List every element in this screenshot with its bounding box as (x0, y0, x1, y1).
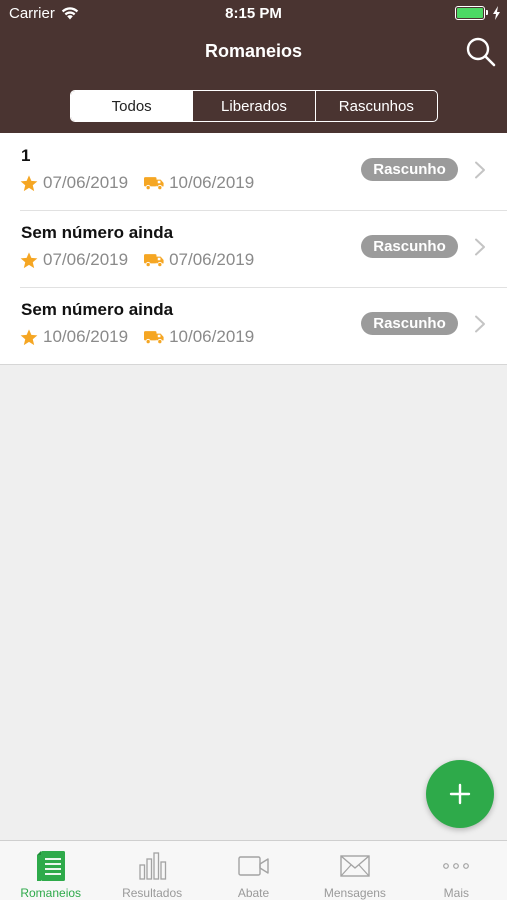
search-icon (466, 37, 496, 67)
charging-bolt-icon (493, 6, 500, 20)
add-romaneio-button[interactable] (426, 760, 494, 828)
truck-icon (144, 175, 164, 191)
tab-label: Abate (237, 886, 270, 900)
segmented-control: Todos Liberados Rascunhos (70, 90, 438, 122)
plus-icon (449, 783, 471, 805)
truck-icon (144, 329, 164, 345)
battery-indicator (455, 6, 501, 20)
status-badge: Rascunho (361, 312, 458, 335)
battery-icon (455, 6, 488, 20)
star-icon (20, 328, 38, 346)
item-title: Sem número ainda (21, 223, 174, 242)
romaneios-list: 1 07/06/2019 10/06/2019 Rascunho Sem núm… (0, 133, 507, 365)
more-dots-icon (443, 862, 470, 869)
bar-chart-icon (139, 851, 167, 880)
tab-abate[interactable]: Abate (203, 841, 304, 900)
star-icon (20, 174, 38, 192)
item-dates: 07/06/2019 07/06/2019 (20, 250, 254, 270)
status-bar: Carrier 8:15 PM (0, 0, 507, 28)
chevron-right-icon (475, 238, 485, 256)
chevron-right-icon (475, 315, 485, 333)
tab-label: Mensagens (323, 886, 386, 900)
item-date-truck: 10/06/2019 (169, 327, 255, 346)
tab-label: Resultados (122, 886, 183, 900)
list-item[interactable]: 1 07/06/2019 10/06/2019 Rascunho (0, 133, 507, 210)
page-title: Romaneios (204, 41, 303, 61)
list-item[interactable]: Sem número ainda 10/06/2019 10/06/2019 R… (0, 287, 507, 364)
item-title: 1 (21, 146, 31, 165)
header: Carrier 8:15 PM Romaneios Todos Liberado… (0, 0, 507, 133)
tab-bar: Romaneios Resultados Abate Mensagens Mai… (0, 840, 507, 900)
tab-romaneios[interactable]: Romaneios (0, 841, 101, 900)
item-date-truck: 10/06/2019 (169, 173, 255, 192)
item-dates: 10/06/2019 10/06/2019 (20, 327, 254, 347)
tab-mensagens[interactable]: Mensagens (304, 841, 405, 900)
star-icon (20, 251, 38, 269)
tab-resultados[interactable]: Resultados (101, 841, 202, 900)
tab-label: Romaneios (20, 886, 82, 900)
document-list-icon (36, 850, 65, 881)
segment-liberados[interactable]: Liberados (193, 91, 316, 121)
segment-rascunhos[interactable]: Rascunhos (316, 91, 437, 121)
chevron-right-icon (475, 161, 485, 179)
truck-icon (144, 252, 164, 268)
item-title: Sem número ainda (21, 300, 174, 319)
item-date-star: 10/06/2019 (43, 327, 129, 346)
segment-todos[interactable]: Todos (71, 91, 194, 121)
status-badge: Rascunho (361, 235, 458, 258)
envelope-icon (340, 854, 370, 877)
item-dates: 07/06/2019 10/06/2019 (20, 173, 254, 193)
status-badge: Rascunho (361, 158, 458, 181)
item-date-star: 07/06/2019 (43, 250, 129, 269)
item-date-star: 07/06/2019 (43, 173, 129, 192)
item-date-truck: 07/06/2019 (169, 250, 255, 269)
status-time: 8:15 PM (225, 5, 282, 22)
list-item[interactable]: Sem número ainda 07/06/2019 07/06/2019 R… (0, 210, 507, 287)
tab-label: Mais (443, 886, 469, 900)
tab-mais[interactable]: Mais (406, 841, 507, 900)
search-button[interactable] (465, 36, 497, 68)
video-camera-icon (237, 855, 269, 876)
